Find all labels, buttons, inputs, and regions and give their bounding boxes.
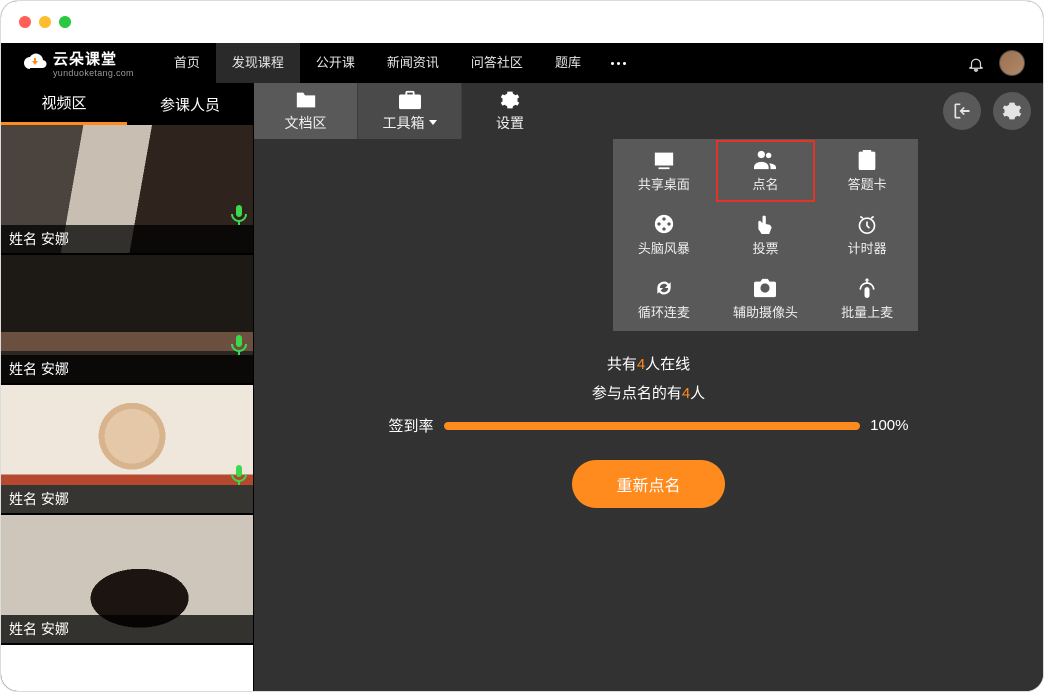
toolbox-label: 工具箱 (383, 113, 425, 133)
doc-area-button[interactable]: 文档区 (254, 83, 358, 139)
menu-roll-call[interactable]: 点名 (715, 139, 817, 203)
video-list: 姓名 安娜 姓名 安娜 姓名 安娜 (1, 125, 253, 691)
tab-video-area[interactable]: 视频区 (1, 83, 127, 125)
nav-qa[interactable]: 问答社区 (455, 43, 539, 83)
clipboard-icon (856, 150, 878, 170)
app-logo: 云朵课堂 yunduoketang.com (13, 48, 144, 78)
toolbox-button[interactable]: 工具箱 (358, 83, 462, 139)
chevron-down-icon (429, 120, 437, 125)
menu-share-screen[interactable]: 共享桌面 (613, 139, 715, 203)
attended-count-text: 参与点名的有4人 (592, 382, 705, 403)
menu-cycle-mic[interactable]: 循环连麦 (613, 267, 715, 331)
gear-icon (499, 90, 521, 110)
window-titlebar (1, 1, 1043, 43)
rate-label: 签到率 (389, 415, 434, 436)
tab-attendee-list[interactable]: 参课人员 (127, 83, 253, 125)
sidebar-tabs: 视频区 参课人员 (1, 83, 253, 125)
hand-tap-icon (754, 214, 776, 234)
top-nav: 云朵课堂 yunduoketang.com 首页 发现课程 公开课 新闻资讯 问… (1, 43, 1043, 83)
exit-icon (952, 101, 972, 121)
menu-batch-mic[interactable]: 批量上麦 (816, 267, 918, 331)
rate-percent: 100% (870, 417, 908, 434)
user-avatar[interactable] (999, 50, 1025, 76)
menu-timer[interactable]: 计时器 (816, 203, 918, 267)
attendance-progress: 签到率 100% (389, 415, 909, 436)
nav-discover[interactable]: 发现课程 (216, 43, 300, 83)
nav-news[interactable]: 新闻资讯 (371, 43, 455, 83)
main-panel: 文档区 工具箱 设置 (254, 83, 1043, 691)
mic-icon (231, 335, 247, 355)
film-reel-icon (653, 214, 675, 234)
refresh-icon (653, 278, 675, 298)
main-toolbar: 文档区 工具箱 设置 (254, 83, 1043, 139)
progress-bar (444, 422, 861, 430)
minimize-window-button[interactable] (39, 16, 51, 28)
close-window-button[interactable] (19, 16, 31, 28)
screen-share-icon (653, 150, 675, 170)
menu-brainstorm[interactable]: 头脑风暴 (613, 203, 715, 267)
settings-round-button[interactable] (993, 92, 1031, 130)
video-name-label: 姓名 安娜 (1, 225, 253, 253)
video-tile[interactable]: 姓名 安娜 (1, 385, 253, 513)
mic-up-icon (856, 278, 878, 298)
cloud-logo-icon (23, 51, 47, 75)
video-tile-empty (1, 645, 253, 691)
re-rollcall-button[interactable]: 重新点名 (572, 460, 724, 508)
mic-icon (231, 205, 247, 225)
mic-icon (231, 465, 247, 485)
notifications-icon[interactable] (967, 54, 985, 72)
alarm-clock-icon (856, 214, 878, 234)
doc-area-label: 文档区 (285, 113, 327, 133)
nav-items: 首页 发现课程 公开课 新闻资讯 问答社区 题库 (158, 43, 640, 83)
content-area: 视频区 参课人员 姓名 安娜 姓名 安娜 (1, 83, 1043, 691)
menu-vote[interactable]: 投票 (715, 203, 817, 267)
nav-public[interactable]: 公开课 (300, 43, 371, 83)
nav-more-button[interactable] (597, 43, 640, 83)
video-name-label: 姓名 安娜 (1, 615, 253, 643)
settings-button[interactable]: 设置 (462, 83, 558, 139)
video-tile[interactable]: 姓名 安娜 (1, 125, 253, 253)
toolbox-dropdown: 共享桌面 点名 答题卡 头脑风暴 投票 (613, 139, 918, 331)
rollcall-status: 共有4人在线 参与点名的有4人 签到率 100% 重新点名 (389, 353, 909, 508)
video-tile[interactable]: 姓名 安娜 (1, 515, 253, 643)
video-tile[interactable]: 姓名 安娜 (1, 255, 253, 383)
exit-button[interactable] (943, 92, 981, 130)
menu-aux-camera[interactable]: 辅助摄像头 (715, 267, 817, 331)
video-sidebar: 视频区 参课人员 姓名 安娜 姓名 安娜 (1, 83, 254, 691)
camera-plus-icon (754, 278, 776, 298)
menu-answer-card[interactable]: 答题卡 (816, 139, 918, 203)
gear-icon (1002, 101, 1022, 121)
app-window: 云朵课堂 yunduoketang.com 首页 发现课程 公开课 新闻资讯 问… (0, 0, 1044, 692)
briefcase-icon (399, 90, 421, 110)
people-icon (754, 150, 776, 170)
nav-home[interactable]: 首页 (158, 43, 216, 83)
online-count-text: 共有4人在线 (607, 353, 690, 374)
folder-icon (295, 90, 317, 110)
nav-bank[interactable]: 题库 (539, 43, 597, 83)
video-name-label: 姓名 安娜 (1, 355, 253, 383)
logo-subtext: yunduoketang.com (53, 68, 134, 78)
logo-text: 云朵课堂 (53, 48, 134, 69)
maximize-window-button[interactable] (59, 16, 71, 28)
video-name-label: 姓名 安娜 (1, 485, 253, 513)
settings-label: 设置 (496, 113, 524, 133)
